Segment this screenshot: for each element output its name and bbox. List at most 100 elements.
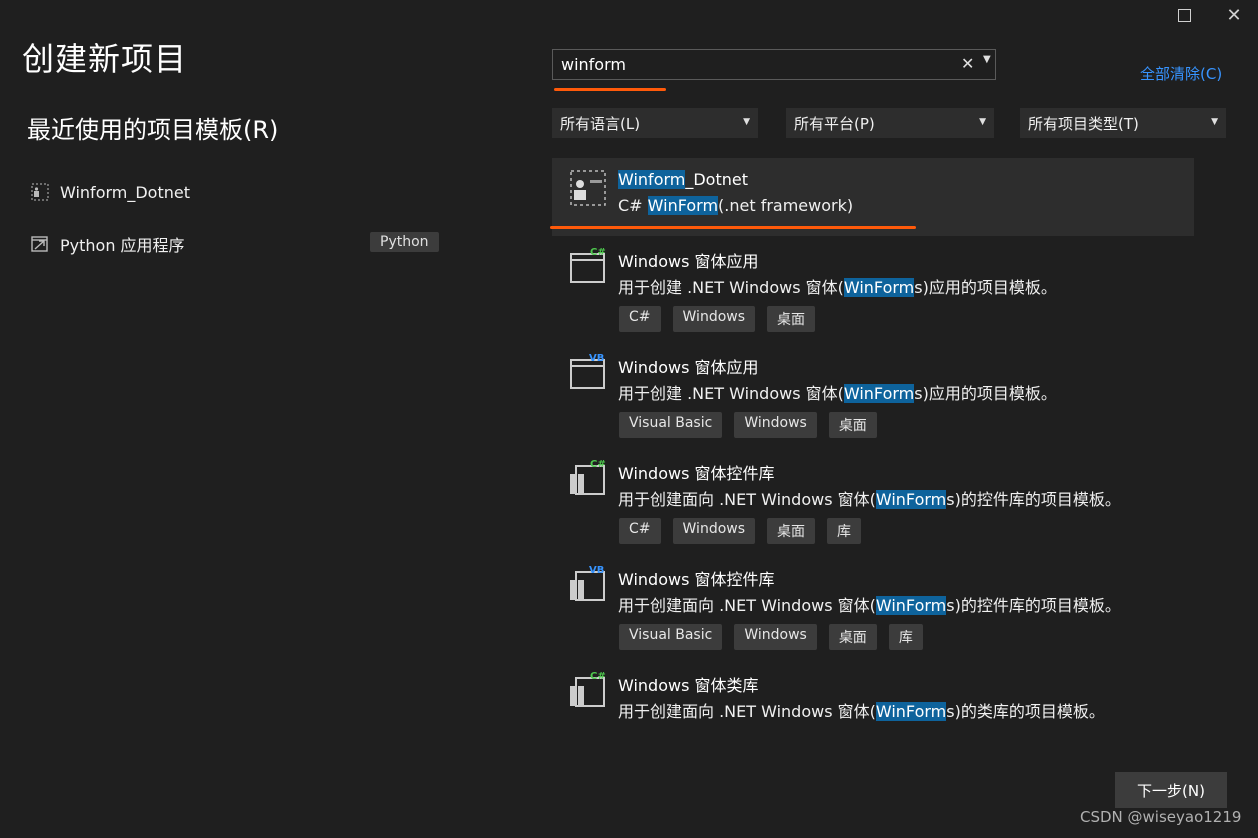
search-highlight: WinForm xyxy=(843,278,915,297)
template-item-windows-forms-class-library[interactable]: C# Windows 窗体类库 用于创建面向 .NET Windows 窗体(W… xyxy=(552,666,1194,734)
search-highlight: WinForm xyxy=(647,196,719,215)
windows-forms-app-icon: C# xyxy=(570,247,606,283)
search-highlight: WinForm xyxy=(875,596,947,615)
template-title: Windows 窗体控件库 xyxy=(618,464,775,483)
search-input[interactable] xyxy=(553,50,959,79)
template-search-box: ✕ ▼ xyxy=(552,49,996,80)
tag: 库 xyxy=(888,624,923,650)
chevron-down-icon: ▼ xyxy=(1211,117,1218,127)
recent-templates-title: 最近使用的项目模板(R) xyxy=(27,116,279,144)
maximize-button[interactable] xyxy=(1160,0,1208,30)
windows-forms-app-icon: VB xyxy=(570,353,605,389)
tag: Windows xyxy=(672,518,756,544)
template-form-icon xyxy=(570,170,606,206)
desc-text: s)的类库的项目模板。 xyxy=(946,702,1105,721)
recent-item-label: Python 应用程序 xyxy=(60,236,185,255)
desc-text: s)的控件库的项目模板。 xyxy=(946,490,1121,509)
language-badge: VB xyxy=(589,353,604,364)
desc-text: 用于创建面向 .NET Windows 窗体( xyxy=(618,596,876,615)
template-description: 用于创建面向 .NET Windows 窗体(WinForms)的类库的项目模板… xyxy=(618,698,1105,722)
template-item-windows-forms-app-vb[interactable]: VB Windows 窗体应用 用于创建 .NET Windows 窗体(Win… xyxy=(552,348,1194,448)
tag: 桌面 xyxy=(828,412,877,438)
close-icon: ✕ xyxy=(1226,4,1242,26)
template-title: Windows 窗体控件库 xyxy=(618,570,775,589)
language-badge: C# xyxy=(590,459,606,470)
template-description: 用于创建 .NET Windows 窗体(WinForms)应用的项目模板。 xyxy=(618,380,1057,404)
desc-text: 用于创建 .NET Windows 窗体( xyxy=(618,384,844,403)
tag: 库 xyxy=(827,518,862,544)
desc-text: 用于创建 .NET Windows 窗体( xyxy=(618,278,844,297)
template-item-windows-forms-control-library-cs[interactable]: C# Windows 窗体控件库 用于创建面向 .NET Windows 窗体(… xyxy=(552,454,1194,554)
template-results-list: Winform_Dotnet C# WinForm(.net framework… xyxy=(552,158,1194,734)
control-library-icon: C# xyxy=(570,459,606,495)
watermark: CSDN @wiseyao1219 xyxy=(1080,808,1242,826)
search-highlight: WinForm xyxy=(875,702,947,721)
filter-label: 所有项目类型(T) xyxy=(1028,114,1139,133)
chevron-down-icon: ▼ xyxy=(743,117,750,127)
recent-templates-list: Winform_Dotnet Python 应用程序 Python xyxy=(30,178,440,282)
tag-list: Visual Basic Windows 桌面 xyxy=(619,412,889,438)
language-tag: Python xyxy=(370,232,439,252)
tag: 桌面 xyxy=(828,624,877,650)
template-description: C# WinForm(.net framework) xyxy=(618,196,853,215)
search-highlight: WinForm xyxy=(843,384,915,403)
template-item-winform-dotnet[interactable]: Winform_Dotnet C# WinForm(.net framework… xyxy=(552,158,1194,236)
recent-item-python-app[interactable]: Python 应用程序 Python xyxy=(30,230,440,258)
search-highlight: Winform xyxy=(618,170,686,189)
clear-all-link[interactable]: 全部清除(C) xyxy=(1140,63,1222,84)
tag: Visual Basic xyxy=(619,624,723,650)
filter-label: 所有平台(P) xyxy=(794,114,875,133)
desc-text: s)应用的项目模板。 xyxy=(914,278,1057,297)
template-title: Windows 窗体类库 xyxy=(618,676,759,695)
create-project-window: ✕ 创建新项目 最近使用的项目模板(R) Winform_Dotnet Pyth… xyxy=(0,0,1258,838)
tag: C# xyxy=(619,518,661,544)
template-description: 用于创建面向 .NET Windows 窗体(WinForms)的控件库的项目模… xyxy=(618,486,1121,510)
filter-label: 所有语言(L) xyxy=(560,114,641,133)
template-title: Windows 窗体应用 xyxy=(618,358,759,377)
template-form-icon xyxy=(31,183,49,201)
template-item-windows-forms-control-library-vb[interactable]: VB Windows 窗体控件库 用于创建面向 .NET Windows 窗体(… xyxy=(552,560,1194,660)
chevron-down-icon[interactable]: ▼ xyxy=(983,54,991,65)
project-type-filter[interactable]: 所有项目类型(T) ▼ xyxy=(1020,108,1226,138)
tag-list: Visual Basic Windows 桌面 库 xyxy=(619,624,935,650)
recent-item-label: Winform_Dotnet xyxy=(60,182,190,202)
annotation-underline xyxy=(554,88,666,91)
chevron-down-icon: ▼ xyxy=(979,117,986,127)
language-badge: C# xyxy=(590,247,606,258)
desc-text: 用于创建面向 .NET Windows 窗体( xyxy=(618,490,876,509)
tag-list: C# Windows 桌面 xyxy=(619,306,827,332)
next-button[interactable]: 下一步(N) xyxy=(1115,772,1227,808)
control-library-icon: VB xyxy=(570,565,605,601)
tag: 桌面 xyxy=(767,518,816,544)
tag: C# xyxy=(619,306,661,332)
annotation-underline xyxy=(550,226,916,229)
template-title: Windows 窗体应用 xyxy=(618,252,759,271)
language-badge: VB xyxy=(589,565,604,576)
tag: Windows xyxy=(734,412,817,438)
platform-filter[interactable]: 所有平台(P) ▼ xyxy=(786,108,994,138)
python-app-icon xyxy=(31,236,48,252)
desc-text: 用于创建面向 .NET Windows 窗体( xyxy=(618,702,876,721)
title-text: _Dotnet xyxy=(685,170,748,189)
tag-list: C# Windows 桌面 库 xyxy=(619,518,873,544)
desc-text: (.net framework) xyxy=(718,196,854,215)
desc-text: s)应用的项目模板。 xyxy=(914,384,1057,403)
tag: 桌面 xyxy=(767,306,816,332)
desc-text: C# xyxy=(618,196,648,215)
language-badge: C# xyxy=(590,671,606,682)
tag: Visual Basic xyxy=(619,412,723,438)
recent-item-winform-dotnet[interactable]: Winform_Dotnet xyxy=(30,178,440,206)
template-description: 用于创建面向 .NET Windows 窗体(WinForms)的控件库的项目模… xyxy=(618,592,1121,616)
close-button[interactable]: ✕ xyxy=(1210,0,1258,30)
clear-search-icon[interactable]: ✕ xyxy=(961,54,974,73)
template-title: Winform_Dotnet xyxy=(618,170,748,189)
tag: Windows xyxy=(734,624,817,650)
page-title: 创建新项目 xyxy=(22,40,188,78)
template-description: 用于创建 .NET Windows 窗体(WinForms)应用的项目模板。 xyxy=(618,274,1057,298)
search-highlight: WinForm xyxy=(875,490,947,509)
language-filter[interactable]: 所有语言(L) ▼ xyxy=(552,108,758,138)
template-item-windows-forms-app-cs[interactable]: C# Windows 窗体应用 用于创建 .NET Windows 窗体(Win… xyxy=(552,242,1194,342)
class-library-icon: C# xyxy=(570,671,606,707)
desc-text: s)的控件库的项目模板。 xyxy=(946,596,1121,615)
tag: Windows xyxy=(672,306,756,332)
